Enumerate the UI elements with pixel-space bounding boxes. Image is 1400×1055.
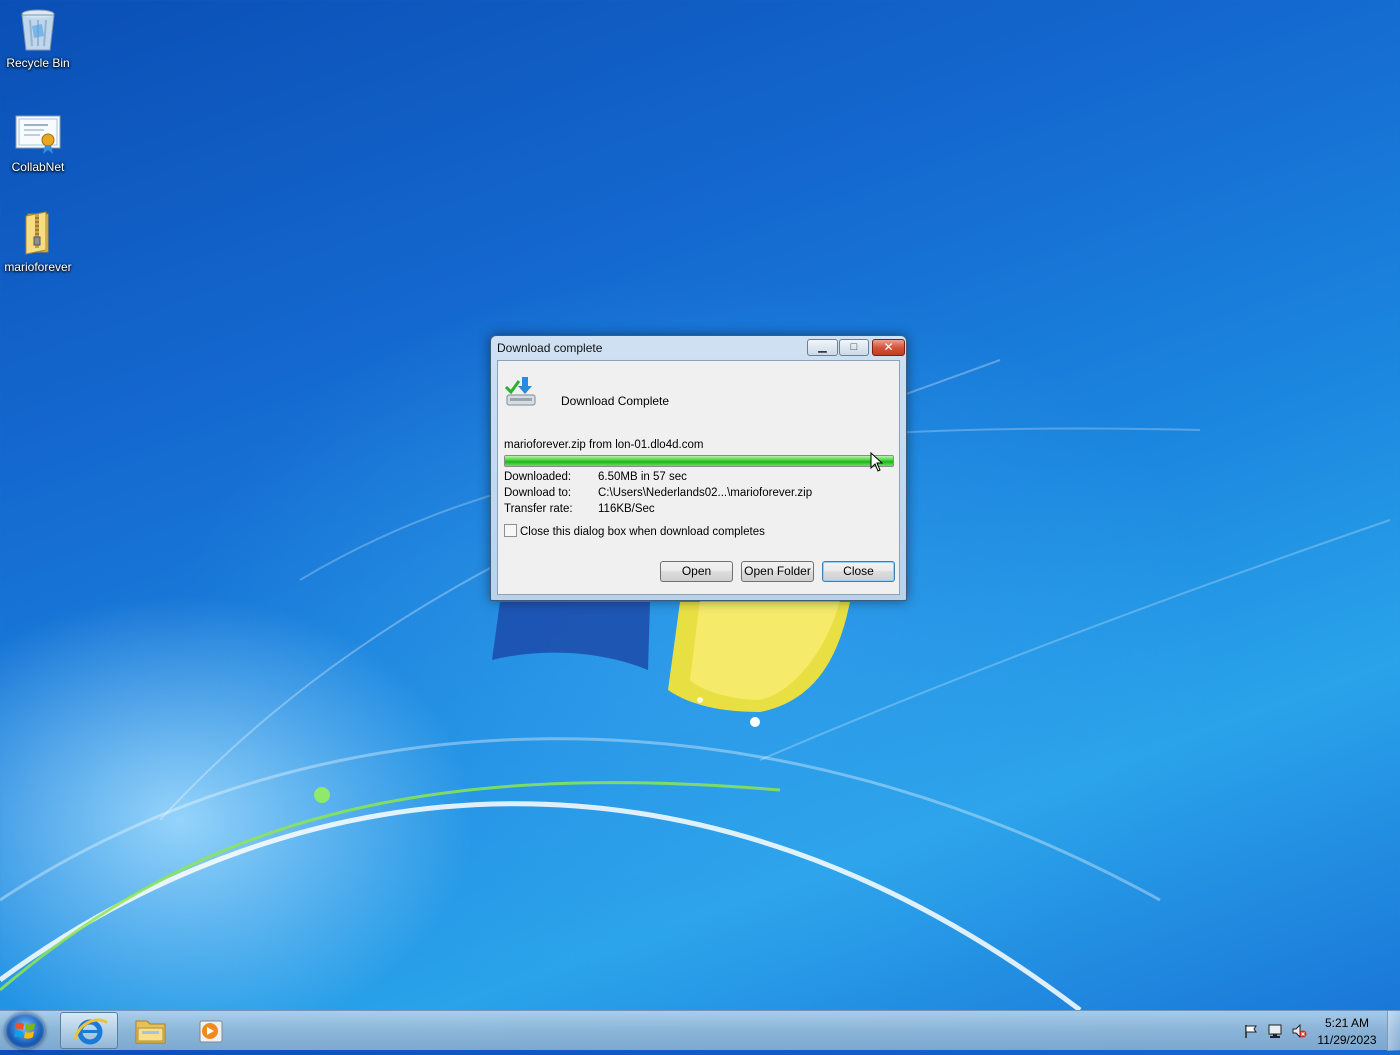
detail-label: Download to: [504, 487, 572, 499]
download-complete-dialog: Download complete ▁ □ ✕ Download Complet… [490, 335, 907, 601]
maximize-icon: □ [850, 341, 858, 353]
media-player-icon [199, 1020, 223, 1043]
network-icon[interactable] [1267, 1023, 1283, 1039]
system-clock[interactable]: 5:21 AM 11/29/2023 [1312, 1015, 1382, 1049]
taskbar-file-explorer[interactable] [121, 1012, 179, 1049]
desktop-icon-collabnet[interactable]: CollabNet [0, 110, 76, 174]
download-complete-heading: Download Complete [561, 394, 670, 408]
taskbar-internet-explorer[interactable] [60, 1012, 118, 1049]
progress-fill [505, 456, 893, 466]
start-button[interactable] [5, 1013, 45, 1049]
volume-muted-icon[interactable] [1291, 1023, 1307, 1039]
windows-logo-icon [14, 1022, 35, 1039]
recycle-bin-icon [14, 6, 62, 54]
dialog-title: Download complete [497, 341, 603, 355]
close-on-complete-label: Close this dialog box when download comp… [520, 526, 765, 538]
download-progress-bar [504, 455, 894, 467]
open-folder-button[interactable]: Open Folder [741, 561, 814, 582]
clock-time: 5:21 AM [1324, 1016, 1370, 1030]
download-complete-icon [504, 375, 540, 409]
close-on-complete-checkbox[interactable] [504, 524, 517, 537]
detail-value: 6.50MB in 57 sec [598, 471, 687, 483]
dialog-body: Download Complete marioforever.zip from … [497, 360, 900, 595]
download-source: marioforever.zip from lon-01.dlo4d.com [504, 439, 704, 451]
desktop-icon-marioforever[interactable]: marioforever [0, 210, 76, 274]
minimize-button[interactable]: ▁ [807, 339, 838, 356]
minimize-icon: ▁ [818, 341, 827, 353]
certificate-icon [14, 110, 62, 158]
mouse-cursor-icon [870, 452, 884, 472]
taskbar-media-player[interactable] [181, 1012, 239, 1049]
maximize-button[interactable]: □ [839, 339, 869, 356]
zip-folder-icon [14, 210, 62, 258]
dialog-titlebar[interactable]: Download complete ▁ □ ✕ [491, 336, 906, 360]
show-desktop-button[interactable] [1387, 1011, 1400, 1051]
taskbar: 5:21 AM 11/29/2023 [0, 1010, 1400, 1051]
open-button[interactable]: Open [660, 561, 733, 582]
action-center-flag-icon[interactable] [1243, 1023, 1259, 1039]
internet-explorer-icon [73, 1018, 109, 1045]
detail-value: C:\Users\Nederlands02...\marioforever.zi… [598, 487, 813, 499]
desktop-icon-recycle-bin[interactable]: Recycle Bin [0, 6, 76, 70]
desktop-icon-label: CollabNet [11, 160, 65, 174]
close-button[interactable]: Close [822, 561, 895, 582]
close-icon: ✕ [883, 340, 894, 354]
detail-label: Downloaded: [504, 471, 572, 483]
clock-date: 11/29/2023 [1317, 1033, 1377, 1047]
detail-value: 116KB/Sec [598, 503, 655, 515]
desktop-icon-label: marioforever [4, 260, 72, 274]
file-explorer-icon [135, 1020, 166, 1044]
detail-label: Transfer rate: [504, 503, 573, 515]
close-on-complete-option[interactable]: Close this dialog box when download comp… [504, 524, 765, 538]
close-window-button[interactable]: ✕ [872, 339, 905, 356]
desktop-icon-label: Recycle Bin [6, 56, 70, 70]
